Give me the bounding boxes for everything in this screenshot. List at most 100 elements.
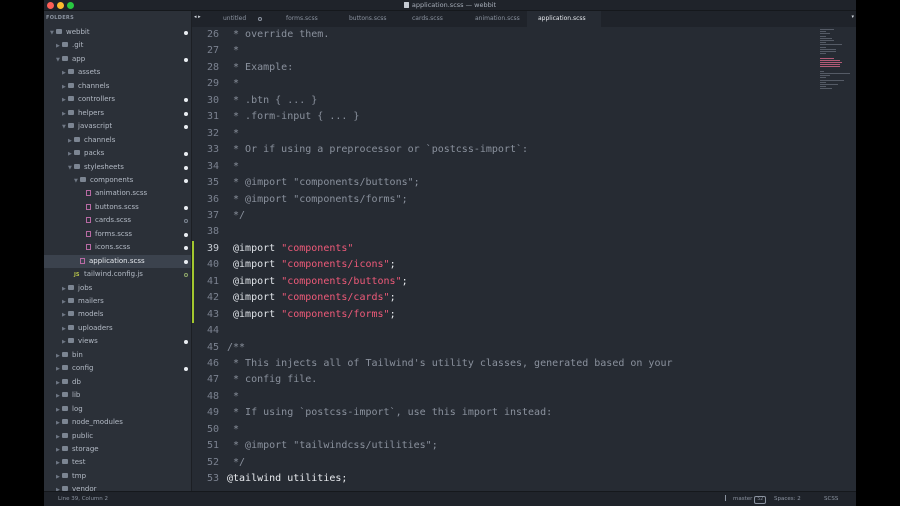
tree-folder[interactable]: ▶ storage bbox=[44, 443, 191, 456]
code-line[interactable]: 48 * bbox=[192, 389, 856, 405]
tree-folder[interactable]: ▶ channels bbox=[44, 80, 191, 93]
tree-folder[interactable]: ▶ tmp bbox=[44, 470, 191, 483]
code-line[interactable]: 44 bbox=[192, 323, 856, 339]
tree-folder[interactable]: ▶ lib bbox=[44, 389, 191, 402]
code-line[interactable]: 41 @import "components/buttons"; bbox=[192, 274, 856, 290]
code-line[interactable]: 39 @import "components" bbox=[192, 241, 856, 257]
code-token: * @import "components/forms"; bbox=[227, 193, 408, 205]
tree-item-label: .git bbox=[72, 41, 84, 50]
tree-folder[interactable]: ▶ assets bbox=[44, 66, 191, 79]
code-line[interactable]: 27 * bbox=[192, 43, 856, 59]
tree-folder[interactable]: ▶ node_modules bbox=[44, 416, 191, 429]
tree-folder[interactable]: ▶ bin bbox=[44, 349, 191, 362]
tree-folder[interactable]: ▶ uploaders bbox=[44, 322, 191, 335]
tree-folder[interactable]: ▶ test bbox=[44, 456, 191, 469]
code-line[interactable]: 45 /** bbox=[192, 340, 856, 356]
code-line[interactable]: 31 * .form-input { ... } bbox=[192, 109, 856, 125]
minimap[interactable] bbox=[820, 27, 856, 97]
tree-folder[interactable]: ▶ packs bbox=[44, 147, 191, 160]
folder-icon bbox=[56, 29, 62, 34]
tree-file[interactable]: forms.scss bbox=[44, 228, 191, 241]
tab-buttons-scss[interactable]: buttons.scss bbox=[338, 11, 401, 27]
unsaved-indicator-icon[interactable] bbox=[258, 17, 262, 21]
tree-folder[interactable]: ▼ app bbox=[44, 53, 191, 66]
code-editor[interactable]: 26 * override them. 27 * 28 * Example: 29 *… bbox=[192, 27, 856, 491]
code-line[interactable]: 49 * If using `postcss-import`, use this… bbox=[192, 405, 856, 421]
code-line[interactable]: 46 * This injects all of Tailwind's util… bbox=[192, 356, 856, 372]
code-text: * bbox=[227, 159, 239, 175]
tree-folder[interactable]: ▶ jobs bbox=[44, 282, 191, 295]
git-branch[interactable]: master 52 bbox=[725, 492, 767, 506]
tree-folder[interactable]: ▶ views bbox=[44, 335, 191, 348]
code-text: @import "components/icons"; bbox=[227, 257, 396, 273]
code-text: * bbox=[227, 389, 239, 405]
modified-indicator-icon bbox=[184, 246, 188, 251]
tree-file[interactable]: buttons.scss bbox=[44, 201, 191, 214]
tab-cards-scss[interactable]: cards.scss bbox=[401, 11, 464, 27]
code-line[interactable]: 26 * override them. bbox=[192, 27, 856, 43]
modified-indicator-icon bbox=[184, 125, 188, 130]
tree-folder[interactable]: ▶ config bbox=[44, 362, 191, 375]
tree-folder[interactable]: ▼ webbit bbox=[44, 26, 191, 39]
tab-untitled[interactable]: untitled bbox=[212, 11, 275, 27]
tree-folder[interactable]: ▼ javascript bbox=[44, 120, 191, 133]
code-text: @import "components/buttons"; bbox=[227, 274, 408, 290]
code-line[interactable]: 29 * bbox=[192, 76, 856, 92]
minimap-line bbox=[820, 64, 840, 66]
tree-file[interactable]: animation.scss bbox=[44, 187, 191, 200]
indentation-setting[interactable]: Spaces: 2 bbox=[774, 492, 801, 506]
tree-folder[interactable]: ▼ stylesheets bbox=[44, 161, 191, 174]
tab-application-scss[interactable]: application.scss bbox=[527, 11, 601, 27]
code-line[interactable]: 52 */ bbox=[192, 455, 856, 471]
code-line[interactable]: 36 * @import "components/forms"; bbox=[192, 192, 856, 208]
tree-folder[interactable]: ▶ channels bbox=[44, 134, 191, 147]
syntax-selector[interactable]: SCSS bbox=[824, 492, 838, 506]
tree-folder[interactable]: ▶ .git bbox=[44, 39, 191, 52]
tree-folder[interactable]: ▶ mailers bbox=[44, 295, 191, 308]
cursor-position[interactable]: Line 39, Column 2 bbox=[58, 492, 108, 506]
code-token: * override them. bbox=[227, 29, 330, 40]
code-line[interactable]: 37 */ bbox=[192, 208, 856, 224]
git-branch-count: 52 bbox=[754, 496, 767, 504]
minimap-line bbox=[820, 44, 842, 46]
tree-folder[interactable]: ▶ helpers bbox=[44, 107, 191, 120]
tab-nav-arrows-icon[interactable]: ◂ ▸ bbox=[194, 14, 201, 20]
tree-folder[interactable]: ▶ db bbox=[44, 376, 191, 389]
code-line[interactable]: 30 * .btn { ... } bbox=[192, 93, 856, 109]
code-token: @import bbox=[227, 259, 282, 271]
code-line[interactable]: 51 * @import "tailwindcss/utilities"; bbox=[192, 438, 856, 454]
code-line[interactable]: 35 * @import "components/buttons"; bbox=[192, 175, 856, 191]
folder-icon bbox=[62, 472, 68, 478]
code-line[interactable]: 32 * bbox=[192, 126, 856, 142]
code-line[interactable]: 40 @import "components/icons"; bbox=[192, 257, 856, 273]
tab-menu-chevron-down-icon[interactable]: ▾ bbox=[851, 14, 854, 20]
code-line[interactable]: 42 @import "components/cards"; bbox=[192, 290, 856, 306]
tree-file[interactable]: icons.scss bbox=[44, 241, 191, 254]
code-line[interactable]: 34 * bbox=[192, 159, 856, 175]
tree-folder[interactable]: ▶ controllers bbox=[44, 93, 191, 106]
code-line[interactable]: 47 * config file. bbox=[192, 372, 856, 388]
code-line[interactable]: 38 bbox=[192, 224, 856, 240]
tab-animation-scss[interactable]: animation.scss bbox=[464, 11, 527, 27]
tree-file[interactable]: cards.scss bbox=[44, 214, 191, 227]
minimap-line bbox=[820, 70, 824, 72]
tree-folder[interactable]: ▶ vendor bbox=[44, 483, 191, 491]
document-icon bbox=[403, 2, 409, 8]
code-line[interactable]: 50 * bbox=[192, 422, 856, 438]
tree-folder[interactable]: ▶ public bbox=[44, 430, 191, 443]
code-text: */ bbox=[227, 455, 245, 471]
line-number: 29 bbox=[206, 78, 219, 90]
tree-folder[interactable]: ▶ log bbox=[44, 403, 191, 416]
tab-forms-scss[interactable]: forms.scss bbox=[275, 11, 338, 27]
tree-file[interactable]: JS tailwind.config.js bbox=[44, 268, 191, 281]
tree-item-label: webbit bbox=[66, 28, 90, 36]
folder-icon bbox=[62, 365, 68, 371]
tree-folder[interactable]: ▶ models bbox=[44, 308, 191, 321]
minimap-line bbox=[820, 35, 826, 37]
code-line[interactable]: 33 * Or if using a preprocessor or `post… bbox=[192, 142, 856, 158]
tree-file[interactable]: application.scss bbox=[44, 254, 191, 268]
code-line[interactable]: 53 @tailwind utilities; bbox=[192, 471, 856, 487]
code-line[interactable]: 43 @import "components/forms"; bbox=[192, 307, 856, 323]
code-line[interactable]: 28 * Example: bbox=[192, 60, 856, 76]
tree-folder[interactable]: ▼ components bbox=[44, 174, 191, 187]
